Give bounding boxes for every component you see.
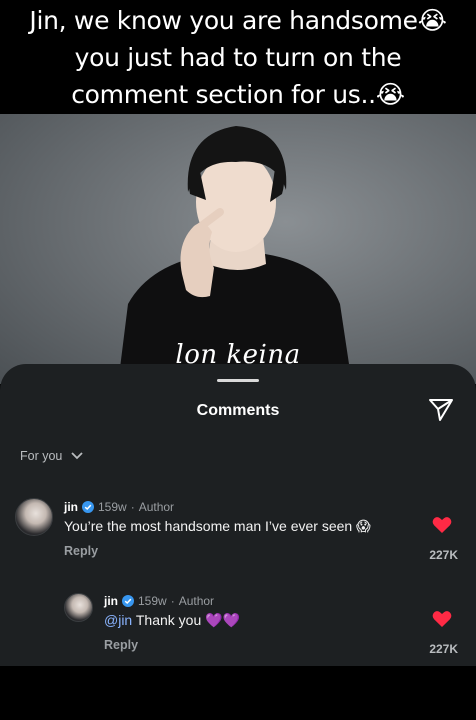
author-badge: Author	[178, 594, 215, 608]
sheet-title: Comments	[196, 402, 280, 419]
top-caption: Jin, we know you are handsome😭 you just …	[0, 0, 476, 114]
sort-filter-dropdown[interactable]: For you	[20, 449, 84, 463]
timestamp: 159w	[138, 594, 167, 608]
caption-line-1: Jin, we know you are handsome😭	[29, 5, 447, 35]
meta-separator: ·	[170, 594, 175, 608]
reply-comment-item: jin 159w · Author @jin Thank you 💜💜 Repl…	[0, 588, 476, 658]
mention-link[interactable]: @jin	[104, 612, 132, 628]
username[interactable]: jin	[104, 594, 118, 608]
reply-button[interactable]: Reply	[104, 638, 138, 652]
send-icon[interactable]	[427, 395, 455, 423]
heart-icon[interactable]	[432, 516, 452, 534]
reply-button[interactable]: Reply	[64, 544, 98, 558]
avatar[interactable]	[15, 498, 53, 536]
filter-label: For you	[20, 449, 63, 463]
comment-text: @jin Thank you 💜💜	[104, 612, 240, 629]
bottom-black-bar	[0, 666, 476, 720]
like-count: 227K	[429, 548, 458, 562]
chevron-down-icon	[71, 452, 84, 460]
comment-meta: jin 159w · Author	[104, 594, 214, 608]
avatar[interactable]	[64, 593, 93, 622]
meta-separator: ·	[130, 500, 135, 514]
caption-line-3: comment section for us..😭	[71, 79, 405, 109]
comment-meta: jin 159w · Author	[64, 500, 174, 514]
heart-icon[interactable]	[432, 610, 452, 628]
timestamp: 159w	[98, 500, 127, 514]
verified-badge-icon	[122, 595, 134, 607]
comments-sheet: Comments For you jin 159w · Author You’r…	[0, 364, 476, 666]
sheet-drag-handle[interactable]	[217, 379, 259, 382]
caption-line-2: you just had to turn on the	[74, 42, 402, 72]
username[interactable]: jin	[64, 500, 78, 514]
author-badge: Author	[138, 500, 175, 514]
verified-badge-icon	[82, 501, 94, 513]
comment-body: Thank you 💜💜	[135, 612, 240, 628]
comment-text: You’re the most handsome man I’ve ever s…	[64, 518, 371, 534]
comment-item: jin 159w · Author You’re the most handso…	[0, 494, 476, 564]
video-frame: lon keina	[0, 114, 476, 384]
like-count: 227K	[429, 642, 458, 656]
